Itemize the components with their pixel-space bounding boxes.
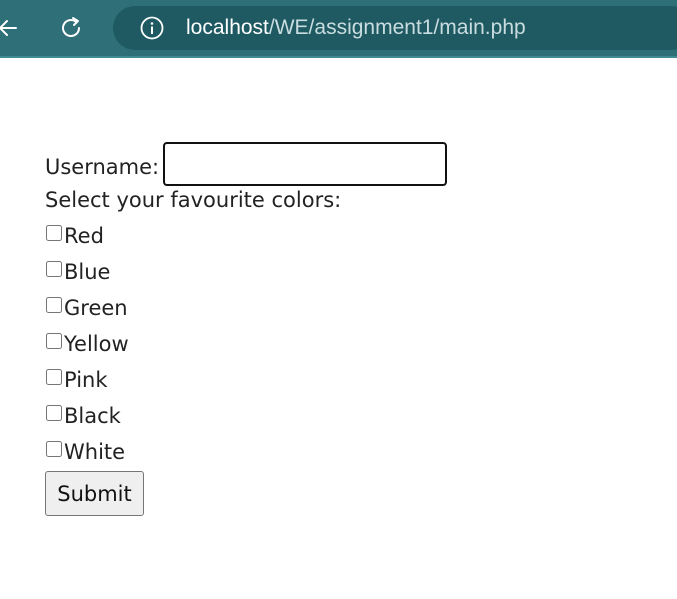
submit-button[interactable]: Submit xyxy=(45,471,144,516)
color-option-pink[interactable]: Pink xyxy=(45,362,341,398)
back-arrow-icon xyxy=(0,20,17,36)
reload-icon xyxy=(62,17,80,37)
color-option-label: White xyxy=(64,440,126,464)
blue-checkbox[interactable] xyxy=(46,261,62,277)
username-row: Username: xyxy=(45,142,447,188)
white-checkbox[interactable] xyxy=(46,441,62,457)
color-option-white[interactable]: White xyxy=(45,434,341,470)
color-option-blue[interactable]: Blue xyxy=(45,254,341,290)
username-label: Username: xyxy=(45,155,160,179)
yellow-checkbox[interactable] xyxy=(46,333,62,349)
back-button[interactable] xyxy=(0,12,24,44)
color-option-green[interactable]: Green xyxy=(45,290,341,326)
color-option-label: Red xyxy=(64,224,104,248)
color-option-label: Yellow xyxy=(64,332,129,356)
black-checkbox[interactable] xyxy=(46,405,62,421)
color-option-black[interactable]: Black xyxy=(45,398,341,434)
color-option-label: Green xyxy=(64,296,128,320)
color-option-yellow[interactable]: Yellow xyxy=(45,326,341,362)
info-icon[interactable] xyxy=(139,15,165,41)
color-option-red[interactable]: Red xyxy=(45,218,341,254)
reload-button[interactable] xyxy=(55,12,87,44)
browser-toolbar: localhost/WE/assignment1/main.php xyxy=(0,0,677,58)
page-content: Username: Select your favourite colors: … xyxy=(0,58,677,599)
red-checkbox[interactable] xyxy=(46,225,62,241)
green-checkbox[interactable] xyxy=(46,297,62,313)
url-text[interactable]: localhost/WE/assignment1/main.php xyxy=(186,16,526,40)
address-bar[interactable]: localhost/WE/assignment1/main.php xyxy=(113,6,677,50)
color-option-label: Black xyxy=(64,404,121,428)
pink-checkbox[interactable] xyxy=(46,369,62,385)
url-host: localhost xyxy=(186,16,269,39)
url-path: /WE/assignment1/main.php xyxy=(268,16,526,39)
color-option-label: Pink xyxy=(64,368,108,392)
username-input[interactable] xyxy=(163,142,447,186)
color-form: Username: Select your favourite colors: … xyxy=(45,142,447,516)
color-option-label: Blue xyxy=(64,260,111,284)
